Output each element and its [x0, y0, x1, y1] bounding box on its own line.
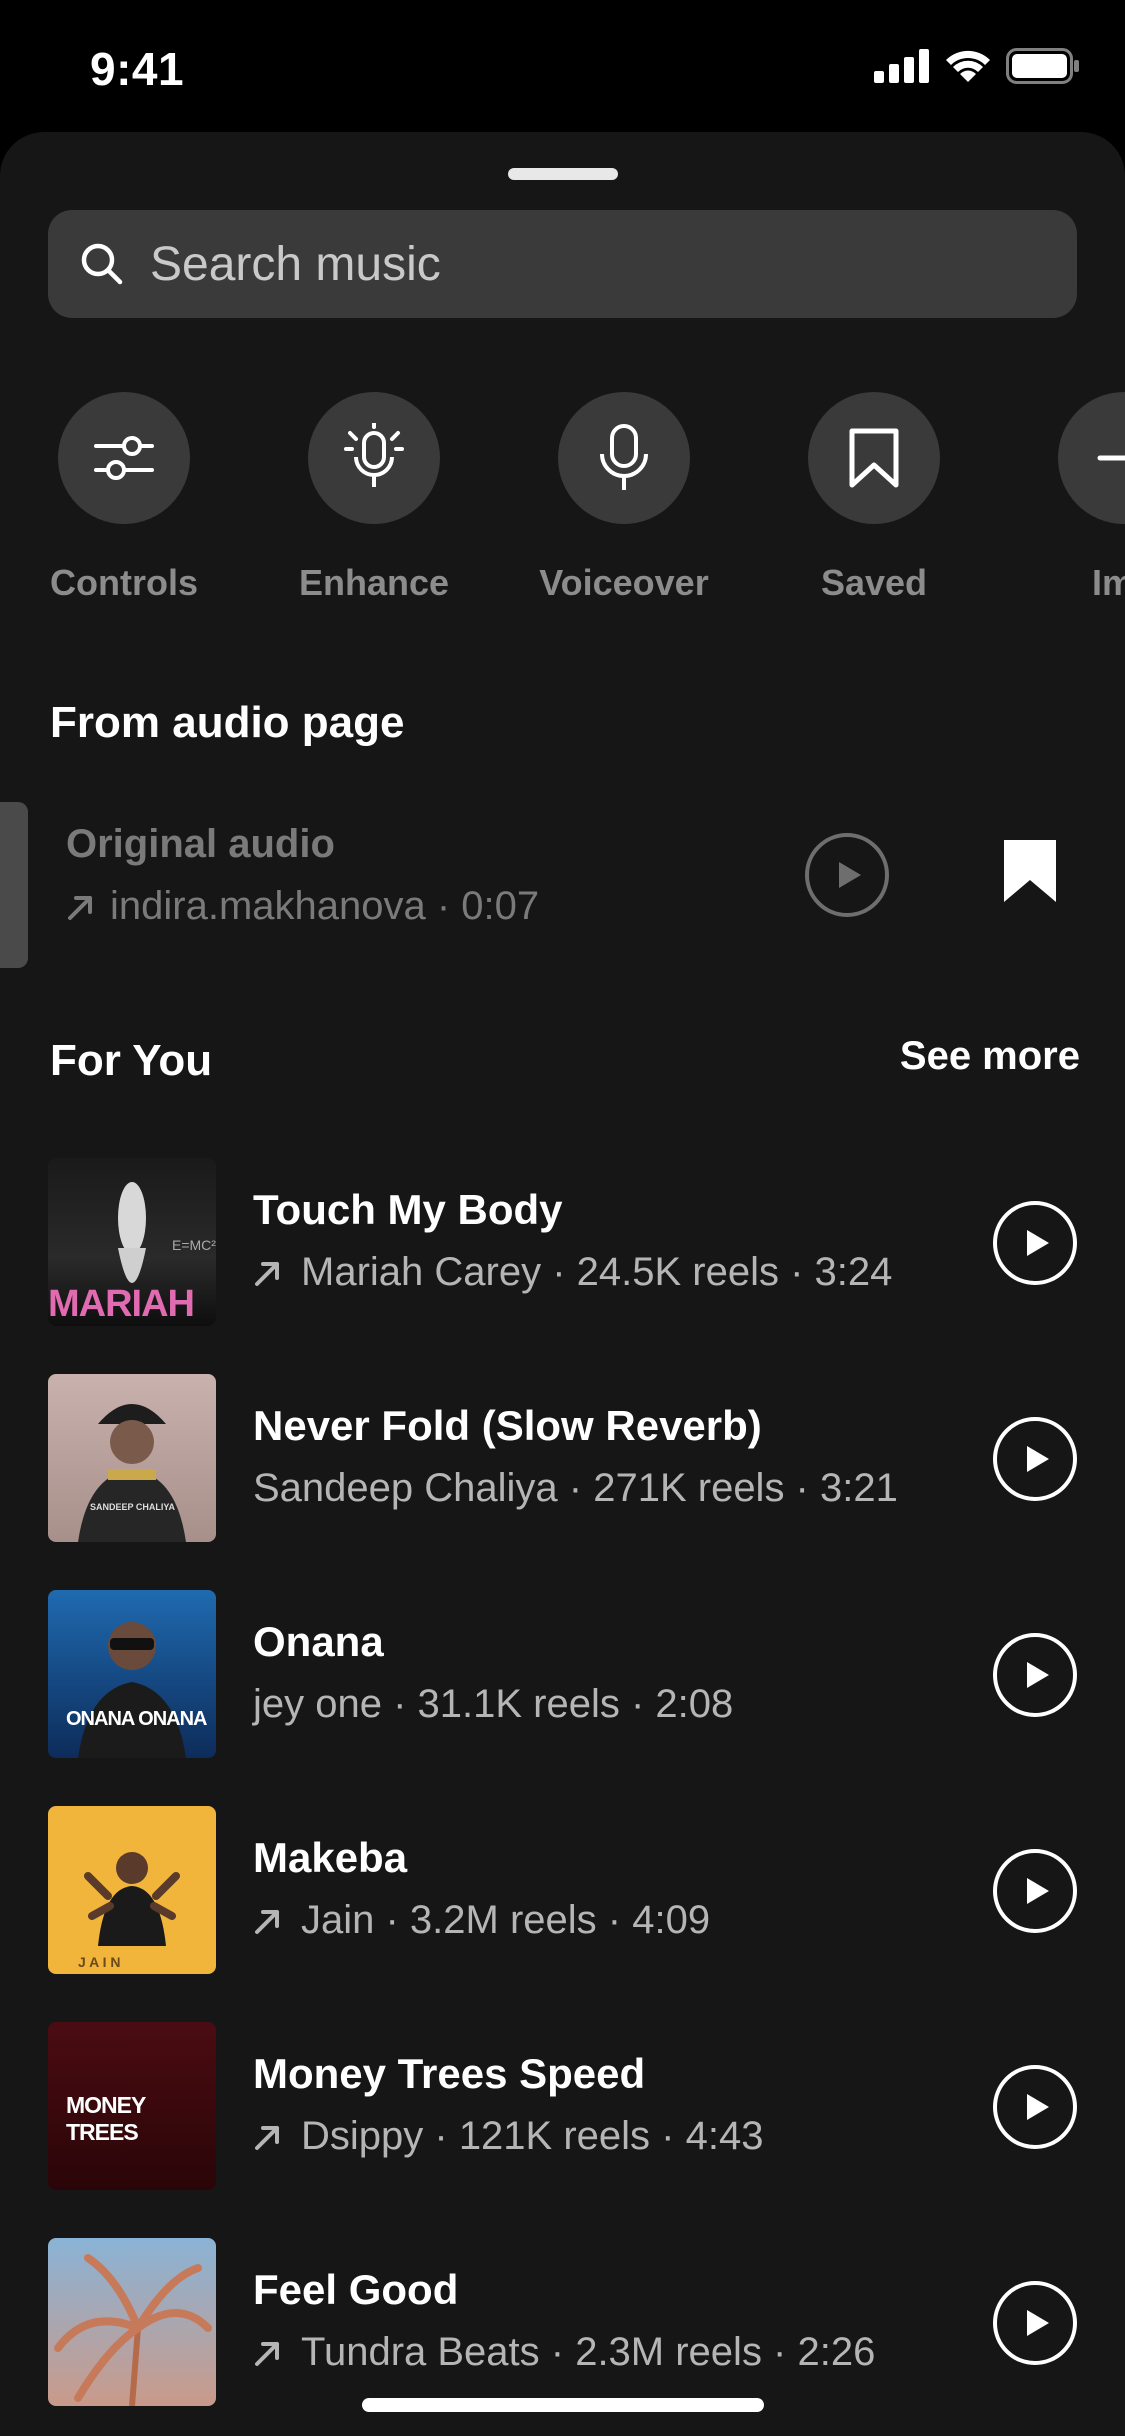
track-subtitle: Dsippy · 121K reels · 4:43 — [301, 2114, 764, 2158]
microphone-icon — [600, 424, 648, 490]
play-icon[interactable] — [992, 2064, 1078, 2150]
track-row[interactable]: Feel Good Tundra Beats · 2.3M reels · 2:… — [0, 2238, 1125, 2408]
album-art: MONEY TREES — [48, 2022, 216, 2190]
track-subtitle-row: Dsippy · 121K reels · 4:43 — [253, 2114, 763, 2159]
album-art-figure — [84, 1852, 180, 1946]
play-icon[interactable] — [992, 1416, 1078, 1502]
search-icon — [81, 243, 123, 285]
saved-circle — [808, 392, 940, 524]
album-art: ONANA ONANA — [48, 1590, 216, 1758]
mic-sparkle-icon — [344, 423, 404, 487]
tool-label: Controls — [50, 562, 198, 603]
track-subtitle-row: Sandeep Chaliya · 271K reels · 3:21 — [253, 1466, 898, 1511]
svg-text:E=MC²: E=MC² — [172, 1237, 216, 1253]
track-title: Makeba — [253, 1834, 408, 1881]
row-handle[interactable] — [0, 802, 28, 968]
wifi-icon — [946, 50, 990, 82]
status-icons — [874, 48, 1080, 84]
album-art: SANDEEP CHALIYA — [48, 1374, 216, 1542]
tool-label: Enhance — [298, 562, 450, 603]
play-icon[interactable] — [992, 2280, 1078, 2366]
from-audio-heading: From audio page — [50, 698, 405, 747]
enhance-button[interactable]: Enhance — [264, 392, 484, 604]
track-row[interactable]: SANDEEP CHALIYA Never Fold (Slow Reverb)… — [0, 1374, 1125, 1544]
track-title: Money Trees Speed — [253, 2050, 646, 2097]
sliders-icon — [94, 436, 154, 480]
album-art-text: MONEY TREES — [66, 2092, 146, 2145]
trending-arrow-icon — [255, 1909, 279, 1934]
status-time: 9:41 — [90, 43, 185, 95]
original-audio-subtitle: indira.makhanova · 0:07 — [110, 884, 540, 928]
sheet-grabber[interactable] — [508, 168, 618, 180]
bookmark-filled-icon[interactable] — [1002, 838, 1058, 904]
search-input[interactable] — [150, 236, 1050, 292]
import-button[interactable]: Imp — [1014, 392, 1125, 604]
controls-button[interactable]: Controls — [14, 392, 234, 604]
album-art-text: J A I N — [78, 1954, 121, 1970]
original-audio-subtitle-row: indira.makhanova · 0:07 — [66, 884, 539, 929]
album-art: E=MC² MARIAH — [48, 1158, 216, 1326]
saved-button[interactable]: Saved — [764, 392, 984, 604]
track-subtitle: jey one · 31.1K reels · 2:08 — [253, 1682, 734, 1726]
tool-label: Saved — [820, 562, 928, 603]
music-sheet: Controls Enhance — [0, 132, 1125, 2436]
track-subtitle: Sandeep Chaliya · 271K reels · 3:21 — [253, 1466, 898, 1510]
track-title: Onana — [253, 1618, 384, 1665]
track-title: Never Fold (Slow Reverb) — [253, 1402, 762, 1449]
play-icon[interactable] — [804, 832, 890, 918]
album-art-figure — [78, 1622, 186, 1758]
album-art-figure — [78, 1404, 186, 1542]
for-you-heading: For You — [50, 1036, 213, 1085]
search-bar[interactable] — [48, 210, 1077, 318]
original-audio-row[interactable]: Original audio indira.makhanova · 0:07 — [0, 792, 1125, 968]
track-row[interactable]: MONEY TREES Money Trees Speed Dsippy · 1… — [0, 2022, 1125, 2192]
track-title: Feel Good — [253, 2266, 459, 2313]
play-icon[interactable] — [992, 1632, 1078, 1718]
track-title: Touch My Body — [253, 1186, 563, 1233]
album-art-text: ONANA ONANA — [66, 1708, 207, 1730]
album-art-text: MARIAH — [48, 1283, 195, 1325]
tool-label: Voiceover — [539, 562, 709, 603]
controls-circle — [58, 392, 190, 524]
track-subtitle: Mariah Carey · 24.5K reels · 3:24 — [301, 1250, 893, 1294]
voiceover-button[interactable]: Voiceover — [514, 392, 734, 604]
track-row[interactable]: E=MC² MARIAH Touch My Body Mariah Carey … — [0, 1158, 1125, 1328]
trending-arrow-icon — [255, 2125, 279, 2150]
track-subtitle: Jain · 3.2M reels · 4:09 — [301, 1898, 711, 1942]
track-row[interactable]: J A I N Makeba Jain · 3.2M reels · 4:09 — [0, 1806, 1125, 1976]
bookmark-icon — [849, 428, 899, 488]
enhance-circle — [308, 392, 440, 524]
original-audio-title: Original audio — [66, 822, 335, 866]
home-indicator[interactable] — [362, 2398, 764, 2412]
play-icon[interactable] — [992, 1200, 1078, 1286]
album-art-text: SANDEEP CHALIYA — [90, 1502, 176, 1512]
battery-icon — [1006, 48, 1079, 84]
track-subtitle-row: Jain · 3.2M reels · 4:09 — [253, 1898, 710, 1943]
status-bar: 9:41 — [0, 0, 1125, 132]
play-icon[interactable] — [992, 1848, 1078, 1934]
trending-arrow-icon — [255, 2341, 279, 2366]
import-icon — [1097, 455, 1125, 461]
voiceover-circle — [558, 392, 690, 524]
track-subtitle-row: jey one · 31.1K reels · 2:08 — [253, 1682, 733, 1727]
track-subtitle: Tundra Beats · 2.3M reels · 2:26 — [301, 2330, 876, 2374]
track-subtitle-row: Mariah Carey · 24.5K reels · 3:24 — [253, 1250, 892, 1295]
tool-label: Imp — [1091, 562, 1125, 603]
track-subtitle-row: Tundra Beats · 2.3M reels · 2:26 — [253, 2330, 875, 2375]
cellular-signal-icon — [874, 49, 929, 83]
import-circle — [1058, 392, 1125, 524]
album-art — [48, 2238, 216, 2406]
tools-row: Controls Enhance Voiceover Saved Im — [0, 392, 1125, 612]
album-art: J A I N — [48, 1806, 216, 1974]
trending-arrow-icon — [68, 895, 92, 920]
album-art-figure — [54, 2254, 212, 2406]
see-more-link[interactable]: See more — [900, 1034, 1080, 1079]
track-row[interactable]: ONANA ONANA Onana jey one · 31.1K reels … — [0, 1590, 1125, 1760]
trending-arrow-icon — [255, 1261, 279, 1286]
